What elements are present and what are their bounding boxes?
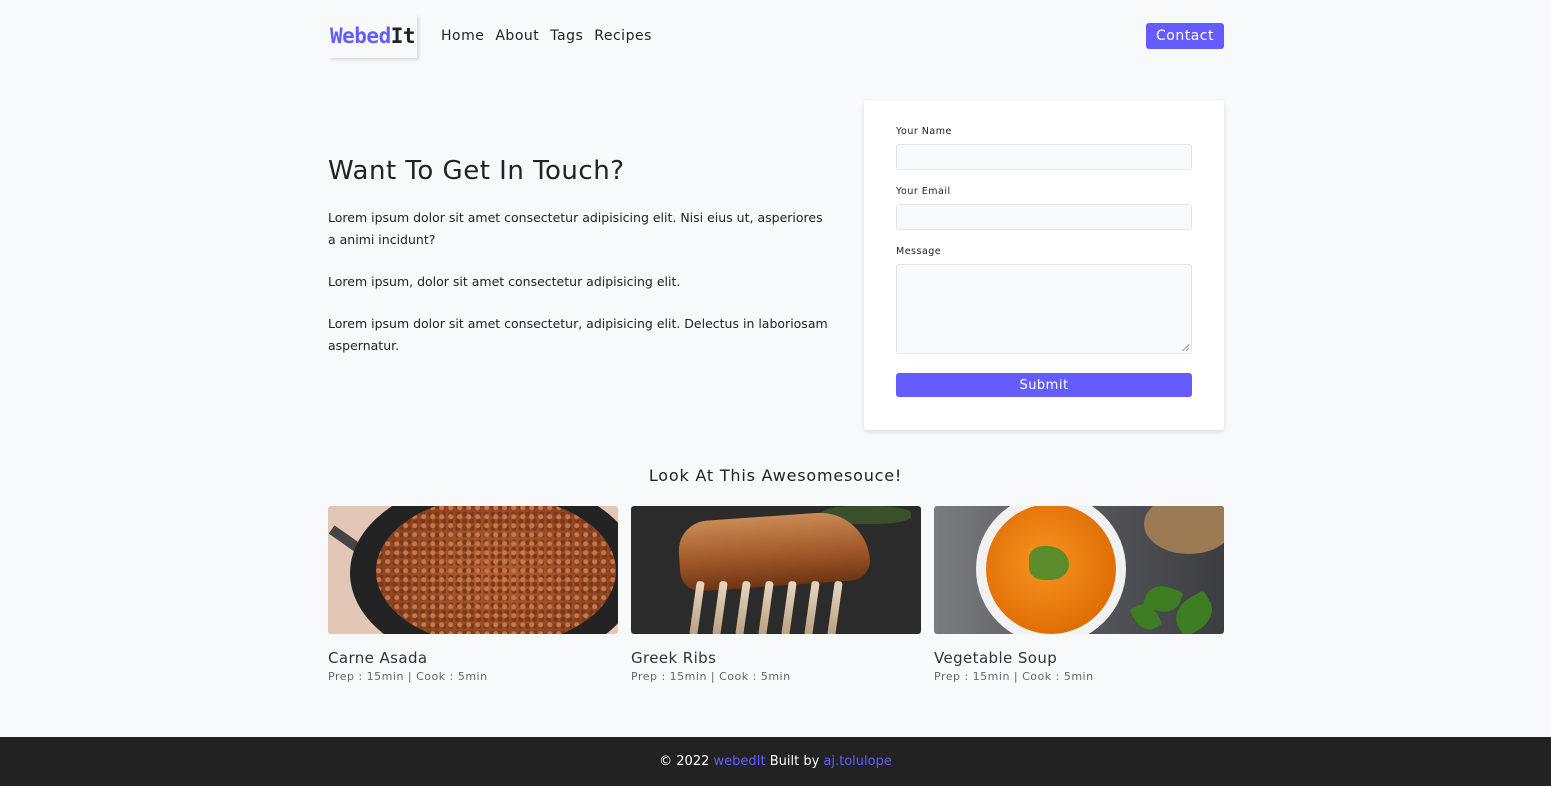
logo-part-it: It	[390, 24, 416, 48]
nav-link-home[interactable]: Home	[441, 28, 484, 44]
vegetable-soup-image[interactable]	[934, 506, 1224, 634]
recipe-meta: Prep : 15min | Cook : 5min	[934, 670, 1094, 683]
message-label: Message	[896, 246, 942, 257]
author-link[interactable]: aj.tolulope	[823, 754, 891, 769]
logo-part-webed: Webed	[330, 24, 391, 48]
email-field[interactable]	[896, 204, 1192, 230]
recipe-name[interactable]: Greek Ribs	[631, 649, 921, 667]
recipe-card-carne-asada[interactable]: Carne Asada Prep : 15min | Cook : 5min	[328, 506, 618, 683]
email-label: Your Email	[896, 186, 951, 197]
nav-link-recipes[interactable]: Recipes	[594, 28, 652, 44]
name-field[interactable]	[896, 144, 1192, 170]
page-title: Want To Get In Touch?	[328, 156, 625, 186]
info-paragraph-3: Lorem ipsum dolor sit amet consectetur, …	[328, 316, 828, 353]
recipe-card-vegetable-soup[interactable]: Vegetable Soup Prep : 15min | Cook : 5mi…	[934, 506, 1224, 683]
logo[interactable]: WebedIt	[328, 14, 417, 58]
navbar: WebedIt Home About Tags Recipes Contact	[328, 14, 1224, 58]
contact-button[interactable]: Contact	[1146, 22, 1224, 49]
message-textarea[interactable]	[896, 264, 1192, 354]
nav-link-about[interactable]: About	[495, 28, 539, 44]
contact-info: Want To Get In Touch? Lorem ipsum dolor …	[328, 150, 828, 377]
recipe-name[interactable]: Carne Asada	[328, 649, 618, 667]
name-label: Your Name	[896, 126, 952, 137]
recipe-list: Carne Asada Prep : 15min | Cook : 5min G…	[328, 506, 1224, 683]
greek-ribs-image[interactable]	[631, 506, 921, 634]
info-paragraph-2: Lorem ipsum, dolor sit amet consectetur …	[328, 274, 681, 289]
footer-brand-link[interactable]: webedIt	[714, 754, 766, 769]
recipe-card-greek-ribs[interactable]: Greek Ribs Prep : 15min | Cook : 5min	[631, 506, 921, 683]
featured-title: Look At This Awesomesouce!	[648, 466, 903, 485]
submit-button[interactable]: Submit	[896, 373, 1192, 397]
nav-link-tags[interactable]: Tags	[550, 28, 583, 44]
built-by-text: Built by	[769, 754, 820, 769]
footer: © 2022 webedIt Built by aj.tolulope	[0, 737, 1551, 786]
carne-asada-image[interactable]	[328, 506, 618, 634]
recipe-meta: Prep : 15min | Cook : 5min	[631, 670, 791, 683]
nav-links: Home About Tags Recipes	[441, 28, 663, 44]
info-paragraph-1: Lorem ipsum dolor sit amet consectetur a…	[328, 210, 823, 247]
recipe-name[interactable]: Vegetable Soup	[934, 649, 1224, 667]
recipe-meta: Prep : 15min | Cook : 5min	[328, 670, 488, 683]
contact-form: Your Name Your Email Message Submit	[864, 100, 1224, 430]
copyright-text: © 2022	[659, 754, 710, 769]
